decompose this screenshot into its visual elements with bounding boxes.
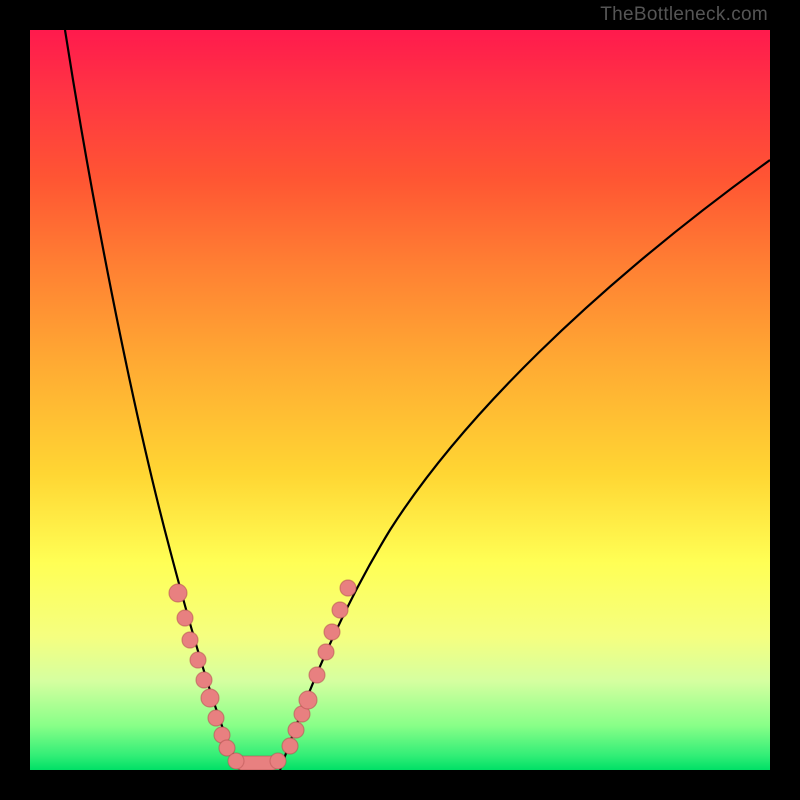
scatter-dot (324, 624, 340, 640)
scatter-dot (318, 644, 334, 660)
scatter-dot (208, 710, 224, 726)
chart-svg (30, 30, 770, 770)
watermark-text: TheBottleneck.com (600, 4, 768, 26)
curve-left (65, 30, 240, 770)
scatter-dot (332, 602, 348, 618)
scatter-dot (282, 738, 298, 754)
scatter-dot (201, 689, 219, 707)
scatter-dot (299, 691, 317, 709)
chart-container: TheBottleneck.com (0, 0, 800, 800)
scatter-dot (309, 667, 325, 683)
scatter-dot (169, 584, 187, 602)
scatter-dot (190, 652, 206, 668)
curve-right (280, 160, 770, 770)
scatter-dot (340, 580, 356, 596)
scatter-dot (177, 610, 193, 626)
scatter-dot (196, 672, 212, 688)
valley-blob-end (228, 753, 244, 769)
valley-blob-end (270, 753, 286, 769)
scatter-dot (182, 632, 198, 648)
scatter-dot (288, 722, 304, 738)
